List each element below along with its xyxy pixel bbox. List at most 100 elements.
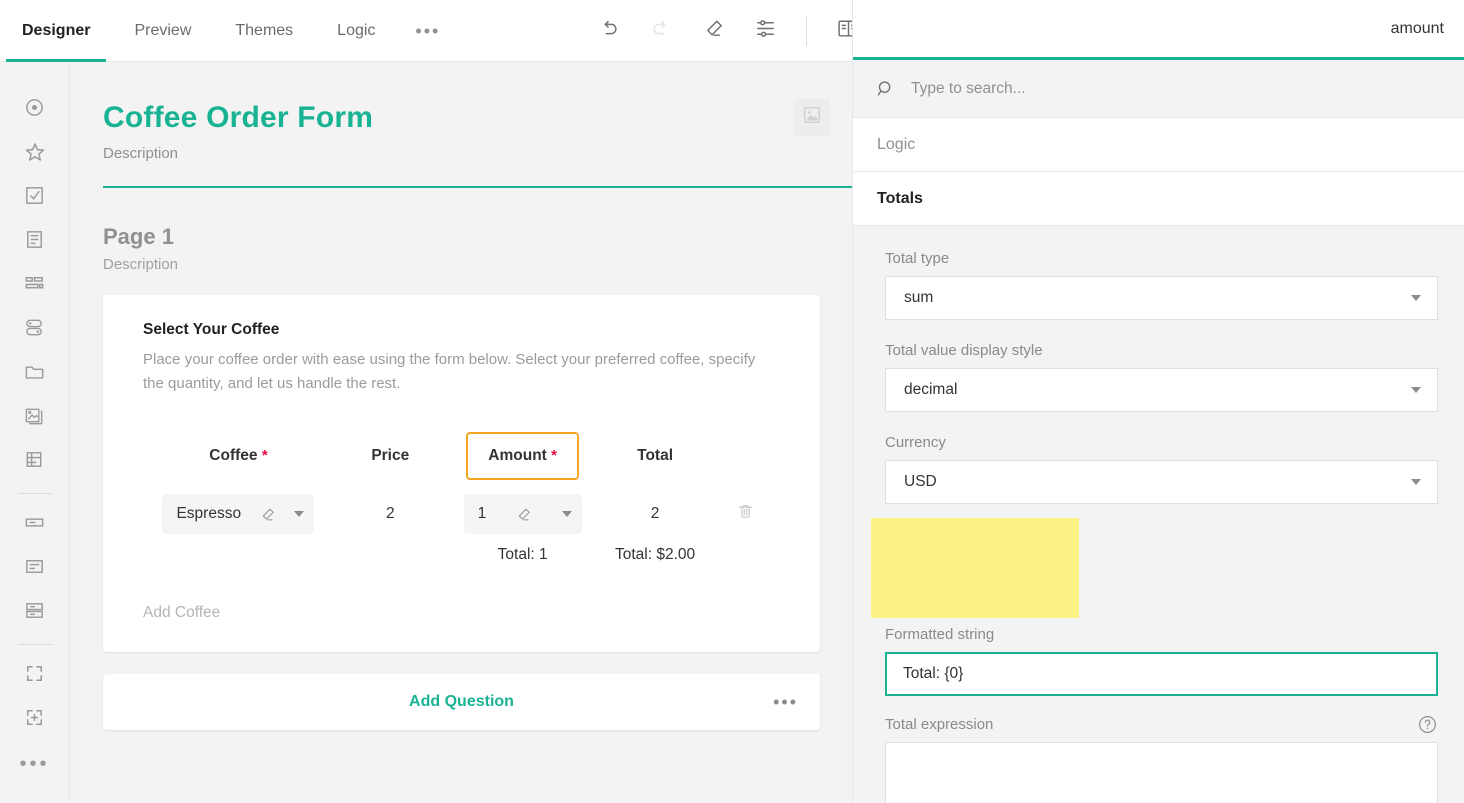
question-card[interactable]: Select Your Coffee Place your coffee ord… — [103, 295, 820, 652]
column-header-coffee-label: Coffee — [209, 447, 257, 464]
accordion-logic[interactable]: Logic — [853, 118, 1464, 172]
coffee-dropdown-value: Espresso — [176, 505, 241, 523]
column-header-price[interactable]: Price — [334, 424, 447, 488]
column-header-amount[interactable]: Amount * — [447, 424, 599, 488]
tab-logic[interactable]: Logic — [315, 0, 397, 62]
sidebar-item-image-picker[interactable] — [13, 396, 57, 440]
settings-button[interactable] — [744, 10, 786, 52]
tab-themes[interactable]: Themes — [213, 0, 315, 62]
add-coffee-button[interactable]: Add Coffee — [143, 604, 780, 622]
amount-dropdown[interactable]: 1 — [464, 494, 582, 534]
sidebar-item-rating[interactable] — [13, 132, 57, 176]
sidebar-item-radiogroup[interactable] — [13, 88, 57, 132]
chevron-down-icon[interactable] — [1411, 479, 1421, 485]
accordion-logic-label: Logic — [877, 136, 915, 154]
property-search-bar[interactable] — [853, 60, 1464, 118]
tab-overflow-menu[interactable]: ••• — [397, 0, 458, 62]
chevron-down-icon[interactable] — [562, 511, 572, 517]
coffee-dropdown[interactable]: Espresso — [162, 494, 314, 534]
total-expression-textarea[interactable] — [885, 742, 1438, 803]
formatted-string-input[interactable] — [885, 652, 1438, 696]
cell-amount: 1 — [447, 488, 599, 540]
currency-value: USD — [904, 473, 937, 491]
sidebar-item-multipletext[interactable] — [13, 591, 57, 635]
redo-button[interactable] — [640, 10, 682, 52]
matrix-dropdown-table: Coffee * Price Amount * — [143, 424, 780, 570]
toolbox-sidebar: ••• — [0, 62, 70, 803]
survey-description[interactable]: Description — [103, 145, 822, 162]
tab-preview[interactable]: Preview — [112, 0, 213, 62]
tab-overflow-label: ••• — [415, 21, 440, 42]
page-title[interactable]: Page 1 — [103, 224, 820, 250]
checkbox-icon — [23, 184, 46, 212]
sidebar-item-matrix[interactable] — [13, 440, 57, 484]
help-question-icon[interactable] — [1417, 714, 1438, 740]
sidebar-item-panel-dynamic[interactable] — [13, 698, 57, 742]
sidebar-more-label: ••• — [19, 759, 49, 769]
sidebar-item-panel[interactable] — [13, 654, 57, 698]
sidebar-item-file[interactable] — [13, 352, 57, 396]
search-input[interactable] — [911, 80, 1331, 98]
trash-icon[interactable] — [736, 502, 755, 521]
amount-dropdown-value: 1 — [478, 505, 487, 523]
sidebar-item-boolean[interactable] — [13, 308, 57, 352]
table-row: Espresso 2 — [143, 488, 780, 540]
clear-button[interactable] — [692, 10, 734, 52]
column-header-coffee[interactable]: Coffee * — [143, 424, 334, 488]
eraser-clear-icon[interactable] — [515, 506, 532, 523]
sidebar-item-more[interactable]: ••• — [13, 742, 57, 786]
multiple-text-icon — [23, 599, 46, 627]
cell-total: 2 — [599, 488, 712, 540]
survey-logo-placeholder[interactable] — [793, 99, 830, 136]
chevron-down-icon[interactable] — [294, 511, 304, 517]
survey-header[interactable]: Coffee Order Form Description — [71, 63, 852, 188]
sidebar-divider-2 — [18, 644, 52, 645]
currency-select[interactable]: USD — [885, 460, 1438, 504]
total-type-value: sum — [904, 289, 933, 307]
eraser-clear-icon[interactable] — [259, 506, 276, 523]
toolbar-actions — [588, 0, 869, 62]
tab-designer-label: Designer — [22, 22, 90, 40]
sidebar-item-ranking[interactable] — [13, 264, 57, 308]
top-toolbar: Designer Preview Themes Logic ••• — [0, 0, 852, 62]
required-marker: * — [262, 447, 268, 464]
page-header[interactable]: Page 1 Description — [71, 188, 852, 273]
rating-star-icon — [23, 140, 47, 169]
property-grid-panel: amount Logic Totals Total type sum — [852, 0, 1464, 803]
column-header-total[interactable]: Total — [599, 424, 712, 488]
sidebar-divider-1 — [18, 493, 52, 494]
accordion-totals-label: Totals — [877, 190, 923, 208]
sidebar-item-text[interactable] — [13, 503, 57, 547]
sidebar-item-checkbox[interactable] — [13, 176, 57, 220]
sidebar-item-comment[interactable] — [13, 547, 57, 591]
total-total: Total: $2.00 — [599, 540, 712, 570]
question-description[interactable]: Place your coffee order with ease using … — [143, 348, 780, 396]
chevron-down-icon[interactable] — [1411, 295, 1421, 301]
search-highlight — [871, 518, 1079, 618]
ranking-icon — [23, 272, 46, 300]
survey-title[interactable]: Coffee Order Form — [103, 99, 822, 137]
accordion-totals[interactable]: Totals — [853, 172, 1464, 226]
chevron-down-icon[interactable] — [1411, 387, 1421, 393]
image-picker-icon — [23, 404, 46, 432]
boolean-toggle-icon — [23, 316, 46, 344]
add-question-button[interactable]: Add Question — [409, 693, 514, 711]
tab-designer[interactable]: Designer — [0, 0, 112, 62]
total-amount: Total: 1 — [447, 540, 599, 570]
selected-object-name: amount — [1391, 20, 1444, 38]
total-coffee — [143, 540, 334, 570]
field-formatted-string: Formatted string — [885, 526, 1438, 696]
question-title[interactable]: Select Your Coffee — [143, 321, 780, 339]
total-display-style-select[interactable]: decimal — [885, 368, 1438, 412]
field-total-display-style: Total value display style decimal — [885, 342, 1438, 412]
page-description[interactable]: Description — [103, 256, 820, 273]
total-type-select[interactable]: sum — [885, 276, 1438, 320]
column-header-price-label: Price — [371, 447, 409, 464]
add-question-more-button[interactable]: ••• — [773, 698, 798, 706]
column-header-total-label: Total — [637, 447, 673, 464]
file-folder-icon — [23, 360, 46, 388]
sidebar-item-dropdown[interactable] — [13, 220, 57, 264]
eraser-clear-icon — [702, 17, 725, 45]
undo-button[interactable] — [588, 10, 630, 52]
matrix-totals-row: Total: 1 Total: $2.00 — [143, 540, 780, 570]
